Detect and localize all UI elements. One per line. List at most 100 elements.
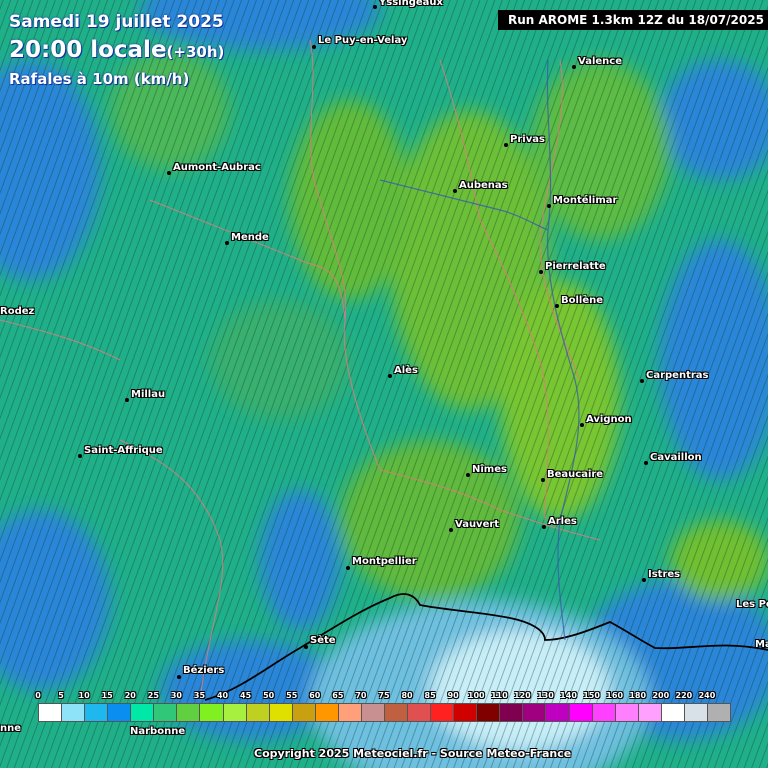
city-narbonne: Narbonne [130,726,186,737]
city-dot [642,578,646,582]
forecast-time: 20:00 locale(+30h) [9,37,224,63]
city-dot [167,171,171,175]
city-mende: Mende [231,232,269,243]
legend-label: 45 [240,691,252,700]
city-dot [547,204,551,208]
legend-swatch [591,703,616,722]
legend-label: 240 [698,691,716,700]
legend-label: 0 [35,691,41,700]
legend-label: 50 [263,691,275,700]
legend-swatch [360,703,385,722]
wind-barbs [0,0,768,768]
parameter-label: Rafales à 10m (km/h) [9,70,190,88]
legend-label: 150 [583,691,600,700]
city-pierrelatte: Pierrelatte [545,261,606,272]
city-dot [504,143,508,147]
city-dot [346,566,350,570]
city-valence: Valence [578,56,622,67]
city-ales: Alès [394,365,418,376]
legend-swatch [38,703,63,722]
legend-swatch [476,703,501,722]
city-le-puy: Le Puy-en-Velay [318,35,408,46]
legend-swatch [337,703,362,722]
city-montpellier: Montpellier [352,556,417,567]
city-beziers: Béziers [183,665,225,676]
city-dot [466,473,470,477]
legend-label: 90 [447,691,459,700]
legend-swatch [545,703,570,722]
legend-label: 15 [101,691,113,700]
legend-swatch [84,703,109,722]
city-arles: Arles [548,516,577,527]
legend-label: 85 [424,691,436,700]
legend-swatch [222,703,247,722]
legend-swatch [430,703,455,722]
legend-swatch [568,703,593,722]
forecast-date: Samedi 19 juillet 2025 [9,12,224,32]
legend-swatch [407,703,432,722]
legend-swatch [683,703,708,722]
city-privas: Privas [510,134,545,145]
city-aubenas: Aubenas [459,180,508,191]
legend-swatch [706,703,731,722]
city-dot [580,423,584,427]
legend-label: 100 [467,691,485,700]
legend-label: 180 [629,691,647,700]
city-dot [177,675,181,679]
legend-swatch [107,703,132,722]
legend-label: 200 [652,691,670,700]
legend-label: 30 [170,691,182,700]
city-nimes: Nîmes [472,464,507,475]
legend-swatch [291,703,316,722]
legend-label: 10 [78,691,90,700]
city-millau: Millau [131,389,166,400]
legend-label: 20 [124,691,136,700]
city-dot [388,374,392,378]
city-vauvert: Vauvert [455,519,500,530]
legend-label: 110 [490,691,508,700]
city-dot [572,65,576,69]
city-les-pennes: Les Pe [736,599,768,610]
city-saint-affrique: Saint-Affrique [84,445,163,456]
legend-label: 160 [606,691,624,700]
legend-swatch [176,703,201,722]
legend-swatch [61,703,86,722]
city-dot [449,528,453,532]
legend-swatch [314,703,339,722]
legend-swatch [660,703,685,722]
city-dot [312,45,316,49]
city-dot [453,189,457,193]
city-dot [644,461,648,465]
legend-label: 55 [286,691,298,700]
city-dot [542,525,546,529]
city-beaucaire: Beaucaire [547,469,604,480]
legend-label: 80 [401,691,413,700]
city-dot [555,304,559,308]
city-dot [539,270,543,274]
legend-swatch [245,703,270,722]
city-aumont-aubrac: Aumont-Aubrac [173,162,261,173]
legend-label: 70 [355,691,367,700]
city-bollene: Bollène [561,295,604,306]
legend-swatch [130,703,155,722]
legend-label: 120 [514,691,531,700]
city-dot [640,379,644,383]
legend-label: 140 [560,691,577,700]
city-dot [125,398,129,402]
run-info-box: Run AROME 1.3km 12Z du 18/07/2025 [498,10,768,30]
lead-time: (+30h) [166,43,225,61]
legend-label: 130 [537,691,554,700]
city-avignon: Avignon [586,414,632,425]
legend-swatch [384,703,409,722]
legend-label: 220 [675,691,693,700]
legend-swatch [522,703,547,722]
city-carpentras: Carpentras [646,370,709,381]
legend-swatch [153,703,178,722]
legend-swatch [637,703,662,722]
time-label: 20:00 locale [9,37,167,63]
city-dot [78,454,82,458]
legend-label: 60 [309,691,321,700]
city-marseille-partial: Ma [755,639,768,650]
color-legend: 0 5 10 15 20 25 30 35 40 45 50 55 60 65 70 75 80 85 90 100 1… [35,691,731,724]
legend-swatch [499,703,524,722]
